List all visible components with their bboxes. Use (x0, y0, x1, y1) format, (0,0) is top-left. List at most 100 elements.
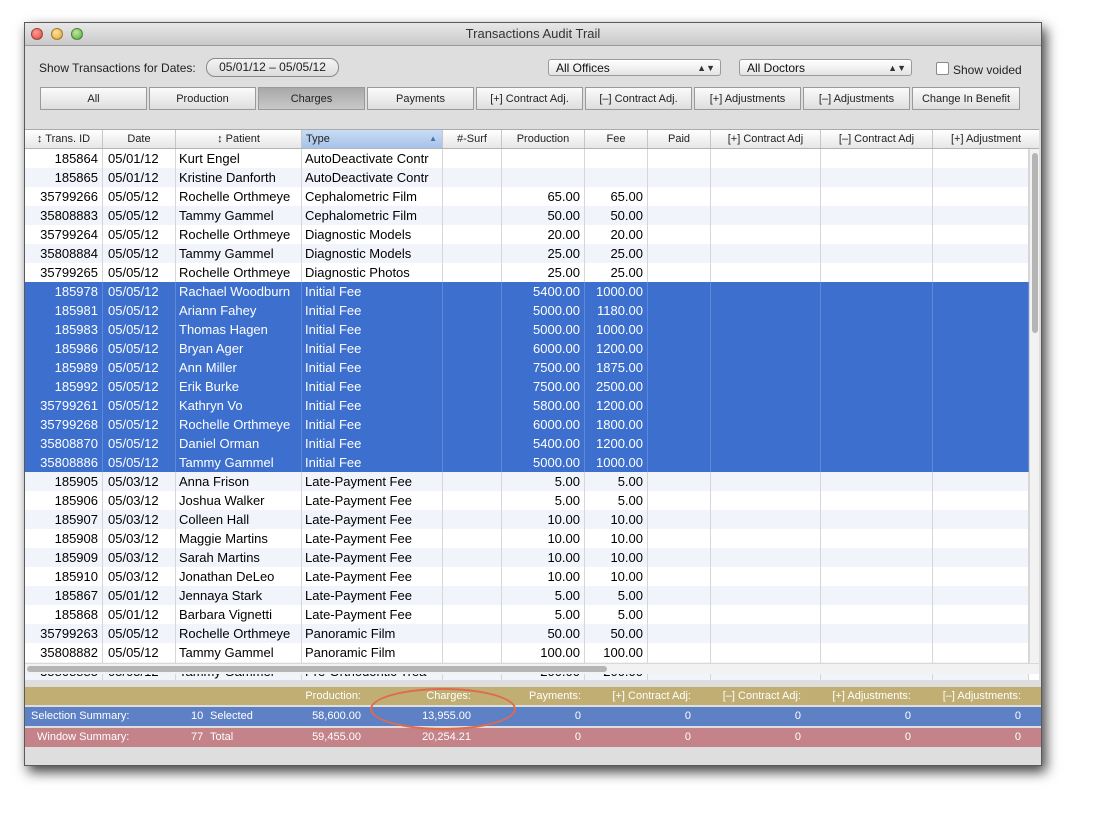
table-row[interactable]: 185905 05/03/12 Anna Frison Late-Payment Fe… (25, 472, 1029, 491)
date-range-field[interactable]: 05/01/12 – 05/05/12 (206, 58, 339, 77)
cell-type: Diagnostic Photos (302, 263, 443, 282)
cell-trans-id: 35808883 (25, 206, 103, 225)
cell-production: 6000.00 (502, 339, 585, 358)
column-header-minus-contract-adj[interactable]: [–] Contract Adj (821, 130, 933, 148)
cell-paid (648, 396, 711, 415)
cell-production: 7500.00 (502, 358, 585, 377)
column-header-production[interactable]: Production (502, 130, 585, 148)
cell-date: 05/05/12 (103, 244, 176, 263)
cell-surf (443, 263, 502, 282)
table-row[interactable]: 185978 05/05/12 Rachael Woodburn Initial Fe… (25, 282, 1029, 301)
column-header-surf[interactable]: #-Surf (443, 130, 502, 148)
table-row[interactable]: 35808882 05/05/12 Tammy Gammel Panoramic Fi… (25, 643, 1029, 662)
doctor-select[interactable]: All Doctors ▲▼ (739, 59, 912, 76)
cell-minus-contract-adj (821, 339, 933, 358)
cell-minus-contract-adj (821, 605, 933, 624)
column-header-plus-contract-adj[interactable]: [+] Contract Adj (711, 130, 821, 148)
table-row[interactable]: 185910 05/03/12 Jonathan DeLeo Late-Payment… (25, 567, 1029, 586)
window-charges: 20,254.21 (422, 731, 471, 743)
filter-payments-button[interactable]: Payments (367, 87, 474, 110)
cell-plus-adjustment (933, 605, 1029, 624)
selection-summary-label: Selection Summary: (31, 710, 130, 722)
filter-charges-button[interactable]: Charges (258, 87, 365, 110)
table-row[interactable]: 185864 05/01/12 Kurt Engel AutoDeactivate C… (25, 149, 1029, 168)
filter-minus-contract-adj-button[interactable]: [–] Contract Adj. (585, 87, 692, 110)
cell-minus-contract-adj (821, 168, 933, 187)
cell-fee: 50.00 (585, 624, 648, 643)
filter-all-button[interactable]: All (40, 87, 147, 110)
table-row[interactable]: 35808870 05/05/12 Daniel Orman Initial Fee 5… (25, 434, 1029, 453)
vertical-scrollbar[interactable] (1029, 149, 1039, 664)
filter-plus-adjustments-button[interactable]: [+] Adjustments (694, 87, 801, 110)
filter-change-in-benefit-button[interactable]: Change In Benefit (912, 87, 1020, 110)
cell-trans-id: 35808886 (25, 453, 103, 472)
table-row[interactable]: 185909 05/03/12 Sarah Martins Late-Payment … (25, 548, 1029, 567)
cell-type: AutoDeactivate Contr (302, 149, 443, 168)
table-row[interactable]: 35799268 05/05/12 Rochelle Orthmeye Initial… (25, 415, 1029, 434)
table-row[interactable]: 35808886 05/05/12 Tammy Gammel Initial Fee 5… (25, 453, 1029, 472)
cell-patient: Ann Miller (176, 358, 302, 377)
title-bar[interactable]: Transactions Audit Trail (25, 23, 1041, 46)
column-header-plus-adjustment[interactable]: [+] Adjustment (933, 130, 1039, 148)
cell-paid (648, 605, 711, 624)
table-row[interactable]: 35799261 05/05/12 Kathryn Vo Initial Fee 580… (25, 396, 1029, 415)
table-row[interactable]: 35808884 05/05/12 Tammy Gammel Diagnostic M… (25, 244, 1029, 263)
filter-plus-contract-adj-button[interactable]: [+] Contract Adj. (476, 87, 583, 110)
horizontal-scrollbar[interactable] (25, 663, 1039, 674)
cell-type: Panoramic Film (302, 643, 443, 662)
table-row[interactable]: 185983 05/05/12 Thomas Hagen Initial Fee 500… (25, 320, 1029, 339)
cell-trans-id: 35799266 (25, 187, 103, 206)
window-count: 77 (191, 731, 204, 743)
column-header-trans-id[interactable]: ↕ Trans. ID (25, 130, 103, 148)
cell-paid (648, 548, 711, 567)
charges-highlight-oval (370, 688, 516, 730)
vertical-scroll-thumb[interactable] (1032, 153, 1038, 333)
column-header-patient[interactable]: ↕ Patient (176, 130, 302, 148)
table-row[interactable]: 185989 05/05/12 Ann Miller Initial Fee 7500.… (25, 358, 1029, 377)
table-row[interactable]: 185868 05/01/12 Barbara Vignetti Late-Payme… (25, 605, 1029, 624)
table-row[interactable]: 35799266 05/05/12 Rochelle Orthmeye Cephalo… (25, 187, 1029, 206)
table-row[interactable]: 35799265 05/05/12 Rochelle Orthmeye Diagnos… (25, 263, 1029, 282)
cell-paid (648, 453, 711, 472)
cell-trans-id: 185978 (25, 282, 103, 301)
cell-date: 05/01/12 (103, 605, 176, 624)
horizontal-scroll-thumb[interactable] (27, 666, 607, 672)
table-row[interactable]: 35808883 05/05/12 Tammy Gammel Cephalometri… (25, 206, 1029, 225)
cell-patient: Rochelle Orthmeye (176, 187, 302, 206)
cell-minus-contract-adj (821, 301, 933, 320)
filter-production-button[interactable]: Production (149, 87, 256, 110)
table-row[interactable]: 185908 05/03/12 Maggie Martins Late-Payment… (25, 529, 1029, 548)
column-header-date[interactable]: Date (103, 130, 176, 148)
cell-plus-contract-adj (711, 434, 821, 453)
cell-date: 05/03/12 (103, 472, 176, 491)
table-row[interactable]: 35799264 05/05/12 Rochelle Orthmeye Diagnos… (25, 225, 1029, 244)
cell-fee: 10.00 (585, 510, 648, 529)
cell-minus-contract-adj (821, 225, 933, 244)
table-row[interactable]: 185981 05/05/12 Ariann Fahey Initial Fee 500… (25, 301, 1029, 320)
cell-production: 5000.00 (502, 301, 585, 320)
cell-type: Initial Fee (302, 396, 443, 415)
cell-date: 05/05/12 (103, 187, 176, 206)
table-row[interactable]: 185907 05/03/12 Colleen Hall Late-Payment F… (25, 510, 1029, 529)
table-row[interactable]: 185865 05/01/12 Kristine Danforth AutoDeact… (25, 168, 1029, 187)
show-voided-checkbox[interactable]: Show voided (936, 62, 1022, 77)
cell-date: 05/05/12 (103, 339, 176, 358)
table-row[interactable]: 185906 05/03/12 Joshua Walker Late-Payment … (25, 491, 1029, 510)
cell-plus-contract-adj (711, 491, 821, 510)
column-header-fee[interactable]: Fee (585, 130, 648, 148)
office-select[interactable]: All Offices ▲▼ (548, 59, 721, 76)
cell-production: 5000.00 (502, 453, 585, 472)
column-header-type[interactable]: Type ▲ (302, 130, 443, 148)
cell-trans-id: 185983 (25, 320, 103, 339)
cell-patient: Kristine Danforth (176, 168, 302, 187)
table-row[interactable]: 185986 05/05/12 Bryan Ager Initial Fee 6000.… (25, 339, 1029, 358)
cell-plus-adjustment (933, 491, 1029, 510)
column-header-paid[interactable]: Paid (648, 130, 711, 148)
filter-minus-adjustments-button[interactable]: [–] Adjustments (803, 87, 910, 110)
cell-fee: 1000.00 (585, 453, 648, 472)
table-row[interactable]: 35799263 05/05/12 Rochelle Orthmeye Panoram… (25, 624, 1029, 643)
table-row[interactable]: 185992 05/05/12 Erik Burke Initial Fee 7500.… (25, 377, 1029, 396)
table-row[interactable]: 185867 05/01/12 Jennaya Stark Late-Payment … (25, 586, 1029, 605)
cell-patient: Rochelle Orthmeye (176, 624, 302, 643)
cell-type: Late-Payment Fee (302, 548, 443, 567)
